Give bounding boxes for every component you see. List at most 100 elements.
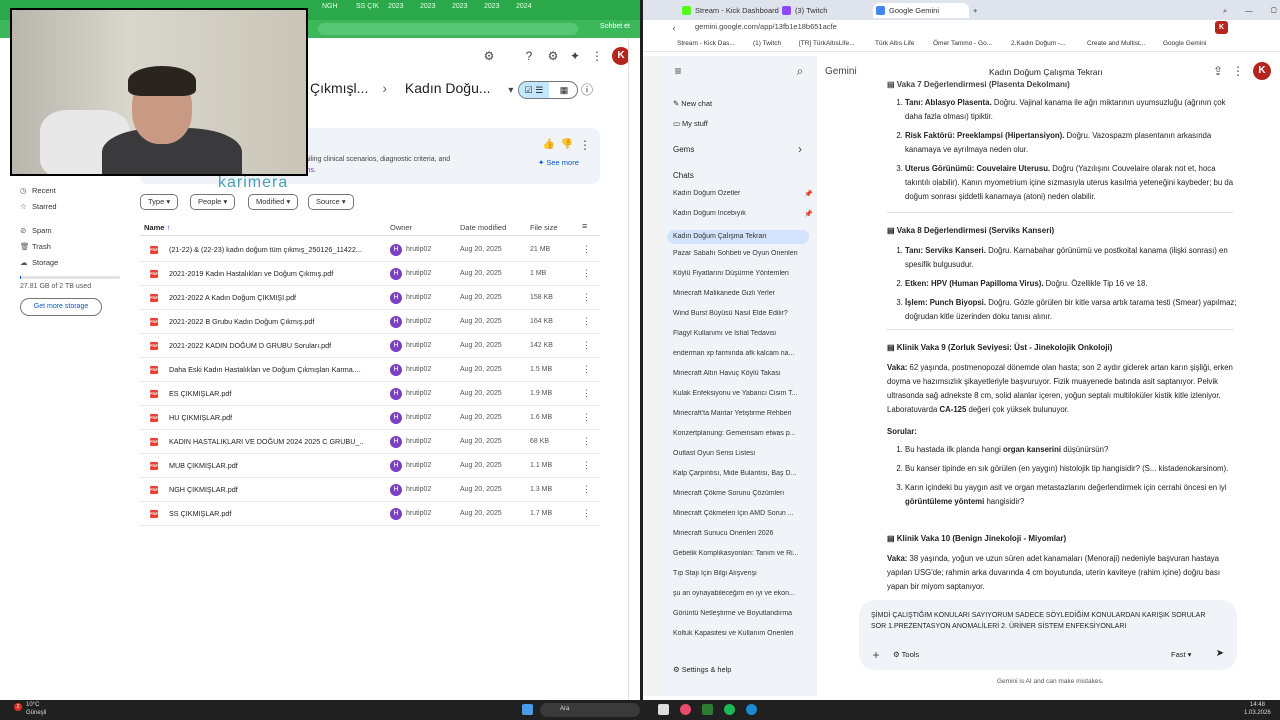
settings-gear-icon[interactable]: ⚙ xyxy=(544,47,562,65)
more-vert-icon[interactable]: ⋮ xyxy=(582,388,591,399)
tab-twitch[interactable]: (3) Twitch xyxy=(779,3,871,18)
bookmark-omer[interactable]: Ömer Tammo - Go... xyxy=(933,40,992,47)
breadcrumb-current[interactable]: Kadın Doğu... xyxy=(405,80,491,96)
chat-item[interactable]: Minecraft'ta Mantar Yetiştirme Rehberi xyxy=(673,410,803,417)
table-row[interactable]: PDF NGH ÇIKMIŞLAR.pdf Hhrutip02 Aug 20, 202… xyxy=(140,478,600,502)
tab-ss[interactable]: SS ÇIK xyxy=(356,3,379,17)
chat-item[interactable]: Kulak Enfeksiyonu ve Yabancı Cisim T... xyxy=(673,390,803,397)
table-row[interactable]: PDF 2021-2022 A Kadın Doğum ÇIKMIŞI.pdf Hh… xyxy=(140,286,600,310)
table-row[interactable]: PDF 2021-2022 KADIN DOĞUM D GRUBU Sorular… xyxy=(140,334,600,358)
bookmark-kadin-dogum[interactable]: 2.Kadın Doğum -... xyxy=(1011,40,1066,47)
grid-view-button[interactable]: ▦ xyxy=(549,82,579,98)
more-vert-icon[interactable]: ⋮ xyxy=(582,316,591,327)
help-icon[interactable]: ? xyxy=(520,47,538,65)
prompt-text[interactable]: ŞİMDİ ÇALIŞTIĞIM KONULARI SAYIYORUM SADE… xyxy=(871,610,1211,632)
chat-item[interactable]: Minecraft Altın Havuç Köylü Takası xyxy=(673,370,803,377)
table-row[interactable]: PDF MUB ÇIKMIŞLAR.pdf Hhrutip02 Aug 20, 202… xyxy=(140,454,600,478)
tab-2024[interactable]: 2024 xyxy=(516,3,532,17)
table-row[interactable]: PDF Daha Eski Kadın Hastalıkları ve Doğum… xyxy=(140,358,600,382)
chat-item[interactable]: Görüntü Netleştirme ve Boyutlandırma xyxy=(673,610,803,617)
more-vert-icon[interactable]: ⋮ xyxy=(582,292,591,303)
more-vert-icon[interactable]: ⋮ xyxy=(582,508,591,519)
column-name[interactable]: Name ↑ xyxy=(144,223,170,232)
chat-item[interactable]: şu an oynayabileceğim en iyi ve ekon... xyxy=(673,590,803,597)
chat-item[interactable]: Minecraft Malikanede Gizli Yerler xyxy=(673,290,803,297)
tab-2023-a[interactable]: 2023 xyxy=(388,3,404,17)
settings-help-button[interactable]: ⚙ Settings & help xyxy=(673,665,801,674)
taskbar-search[interactable]: Ara xyxy=(540,703,640,717)
tab-2023-c[interactable]: 2023 xyxy=(452,3,468,17)
sidebar-item-storage[interactable]: ☁ Storage xyxy=(20,258,58,267)
filter-modified[interactable]: Modified ▾ xyxy=(248,194,299,210)
gemini-account-avatar[interactable]: K xyxy=(1253,62,1271,80)
tab-kick[interactable]: Stream - Kick Dashboard xyxy=(679,3,779,18)
breadcrumb-dropdown-icon[interactable]: ▾ xyxy=(508,85,513,96)
bookmark-turk-altis-life[interactable]: Türk Altıs Life xyxy=(875,40,914,47)
my-stuff-button[interactable]: ▭ My stuff xyxy=(673,119,801,128)
more-vert-icon[interactable]: ⋮ xyxy=(582,340,591,351)
chat-item[interactable]: Kadın Doğum Çalışma Tekrarı xyxy=(667,230,809,244)
gemini-brand[interactable]: Gemini xyxy=(825,66,857,77)
search-icon[interactable]: ⌕ xyxy=(791,62,809,80)
chat-item[interactable]: Outlast Oyun Serisi Listesi xyxy=(673,450,803,457)
chat-item[interactable]: Minecraft Sunucu Önerileri 2026 xyxy=(673,530,803,537)
table-row[interactable]: PDF SS ÇIKMIŞLAR.pdf Hhrutip02 Aug 20, 2025… xyxy=(140,502,600,526)
chat-item[interactable]: Köylü Fiyatlarını Düşürme Yöntemleri xyxy=(673,270,803,277)
chat-item[interactable]: Koltuk Kapasitesi ve Kullanım Önerileri xyxy=(673,630,803,637)
add-icon[interactable]: + xyxy=(867,646,885,664)
tab-ngh[interactable]: NGH xyxy=(322,3,338,17)
chat-item[interactable]: enderman xp farmında afk kalcam na... xyxy=(673,350,803,357)
start-icon[interactable] xyxy=(522,704,533,715)
table-row[interactable]: PDF ES ÇIKMIŞLAR.pdf Hhrutip02 Aug 20, 2025… xyxy=(140,382,600,406)
pin-icon[interactable]: 📌 xyxy=(804,190,813,198)
bookmark-create[interactable]: Create and Multist... xyxy=(1087,40,1145,47)
table-row[interactable]: PDF (21-22) & (22-23) kadın doğum tüm çık… xyxy=(140,238,600,262)
xbox-icon[interactable] xyxy=(702,704,713,715)
chat-item[interactable]: Kadın Doğum Özetler xyxy=(673,190,803,197)
weather-desc[interactable]: Güneşli xyxy=(26,710,46,716)
tab-2023-d[interactable]: 2023 xyxy=(484,3,500,17)
bookmark-gemini[interactable]: Google Gemini xyxy=(1163,40,1206,47)
chevron-right-icon[interactable]: › xyxy=(791,140,809,158)
chat-item[interactable]: Pazar Sabahı Sohbeti ve Oyun Önerileri xyxy=(673,250,803,257)
right-url[interactable]: gemini.google.com/app/13fb1e18b651acfe xyxy=(695,22,837,31)
clock-date[interactable]: 1.03.2026 xyxy=(1244,710,1271,716)
list-view-button[interactable]: ☑ ☰ xyxy=(519,82,549,98)
window-controls[interactable]: ⌕ — ▢ ✕ xyxy=(1223,3,1280,18)
more-vert-icon[interactable]: ⋮ xyxy=(582,484,591,495)
table-row[interactable]: PDF 2021-2022 B Grubu Kadın Doğum Çıkmış.… xyxy=(140,310,600,334)
more-vert-icon[interactable]: ⋮ xyxy=(582,268,591,279)
table-row[interactable]: PDF HU ÇIKMIŞLAR.pdf Hhrutip02 Aug 20, 2025… xyxy=(140,406,600,430)
chat-item[interactable]: Minecraft Çökme Sorunu Çözümleri xyxy=(673,490,803,497)
chat-item[interactable]: Konzertplanung: Gemeinsam etwas p... xyxy=(673,430,803,437)
view-toggle[interactable]: ☑ ☰ ▦ xyxy=(518,81,578,99)
thumbs-up-icon[interactable]: 👍 xyxy=(540,136,558,154)
more-vert-icon[interactable]: ⋮ xyxy=(576,136,594,154)
more-vert-icon[interactable]: ⋮ xyxy=(582,364,591,375)
extension-label[interactable]: Sohbet et xyxy=(600,23,630,30)
weather-temp[interactable]: 10°C xyxy=(26,702,39,708)
pin-icon[interactable]: 📌 xyxy=(804,210,813,218)
new-chat-button[interactable]: ✎ New chat xyxy=(673,99,801,108)
filter-settings-icon[interactable]: ⚙ xyxy=(480,47,498,65)
menu-icon[interactable]: ≡ xyxy=(669,62,687,80)
more-vert-icon[interactable]: ⋮ xyxy=(582,460,591,471)
tab-gemini[interactable]: Google Gemini xyxy=(873,3,969,18)
clock-time[interactable]: 14:48 xyxy=(1250,702,1265,708)
prompt-input[interactable]: ŞİMDİ ÇALIŞTIĞIM KONULARI SAYIYORUM SADE… xyxy=(859,600,1237,670)
get-more-storage-button[interactable]: Get more storage xyxy=(20,298,102,316)
chat-item[interactable]: Kadın Doğum İncebıyık xyxy=(673,210,803,217)
opera-icon[interactable] xyxy=(680,704,691,715)
filter-source[interactable]: Source ▾ xyxy=(308,194,354,210)
breadcrumb-item[interactable]: Çıkmışl... xyxy=(310,80,368,96)
more-vert-icon[interactable]: ⋮ xyxy=(582,412,591,423)
filter-people[interactable]: People ▾ xyxy=(190,194,236,210)
left-url-field[interactable] xyxy=(318,23,578,35)
chat-item[interactable]: Gebelik Komplikasyonları: Tanım ve Ri... xyxy=(673,550,803,557)
chat-item[interactable]: Flagyl Kullanımı ve İshal Tedavisi xyxy=(673,330,803,337)
column-owner[interactable]: Owner xyxy=(390,223,412,232)
edge-icon[interactable] xyxy=(746,704,757,715)
sidebar-item-trash[interactable]: 🗑 Trash xyxy=(20,242,51,251)
thumbs-down-icon[interactable]: 👎 xyxy=(558,136,576,154)
more-vert-icon[interactable]: ⋮ xyxy=(582,244,591,255)
